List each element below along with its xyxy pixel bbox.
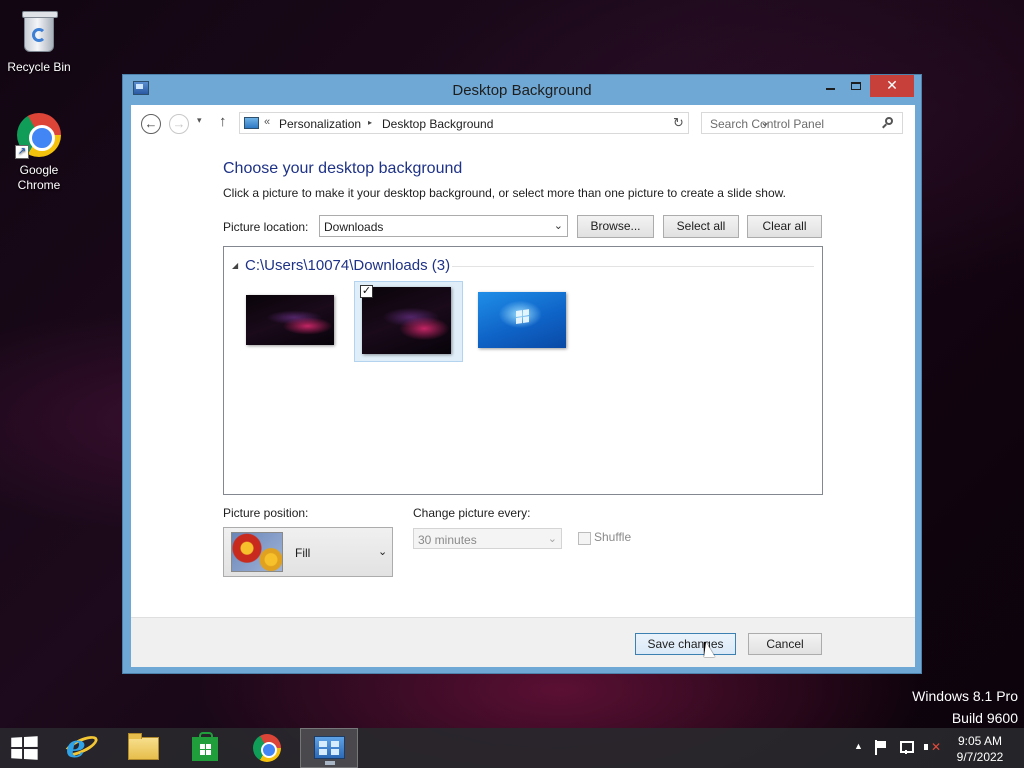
forward-arrow-icon: → <box>172 116 186 131</box>
desktop-icon-recycle-bin[interactable]: Recycle Bin <box>1 8 77 75</box>
page-description: Click a picture to make it your desktop … <box>223 186 786 200</box>
folder-icon <box>128 733 159 760</box>
picture-position-value: Fill <box>295 546 311 560</box>
chevron-down-icon: ▾ <box>197 115 202 125</box>
chevron-down-icon: ⌄ <box>378 546 388 558</box>
breadcrumb-personalization[interactable]: Personalization <box>279 117 361 131</box>
watermark-build: Build 9600 <box>951 710 1018 726</box>
search-placeholder: Search Control Panel <box>710 117 825 131</box>
dark-wallpaper-image <box>246 295 334 345</box>
refresh-button[interactable]: ↻ <box>669 112 689 134</box>
maximize-icon <box>851 82 861 90</box>
change-picture-label: Change picture every: <box>413 506 531 520</box>
taskbar: e ▲ ✕ 9:05 AM 9/7/2022 <box>0 728 1024 768</box>
chevron-down-icon: ⌄ <box>553 220 563 232</box>
desktop-icon-chrome[interactable]: ↗ Google Chrome <box>1 111 77 193</box>
mouse-cursor-icon <box>704 642 716 661</box>
taskbar-store[interactable] <box>176 728 234 768</box>
search-input[interactable]: Search Control Panel <box>701 112 903 134</box>
change-picture-select[interactable]: 30 minutes ⌄ <box>413 528 562 549</box>
taskbar-clock[interactable]: 9:05 AM 9/7/2022 <box>944 733 1016 765</box>
close-icon: ✕ <box>886 77 898 93</box>
cancel-button[interactable]: Cancel <box>748 633 822 655</box>
title-bar[interactable]: Desktop Background ✕ <box>123 75 921 105</box>
breadcrumb-separator-icon[interactable]: ▸ <box>368 118 372 127</box>
select-all-button[interactable]: Select all <box>663 215 739 238</box>
breadcrumb-desktop-background[interactable]: Desktop Background <box>382 117 493 131</box>
picture-location-select[interactable]: Downloads ⌄ <box>319 215 568 237</box>
change-picture-value: 30 minutes <box>418 533 477 547</box>
dark-wallpaper-image <box>362 287 451 354</box>
group-divider <box>452 266 814 267</box>
back-button[interactable]: ← <box>141 114 161 134</box>
up-arrow-icon: ↑ <box>219 113 227 130</box>
back-arrow-icon: ← <box>144 116 158 131</box>
taskbar-file-explorer[interactable] <box>114 728 172 768</box>
chevron-down-icon: ⌄ <box>547 533 557 545</box>
clock-time: 9:05 AM <box>957 734 1003 748</box>
chrome-icon: ↗ <box>15 111 63 159</box>
close-button[interactable]: ✕ <box>870 75 914 97</box>
windows-wallpaper-image <box>478 292 566 348</box>
picture-location-label: Picture location: <box>223 220 309 234</box>
control-panel-icon <box>314 736 345 765</box>
minimize-icon <box>825 88 835 90</box>
picture-thumbnail[interactable] <box>476 290 568 350</box>
desktop-icon-label: Google Chrome <box>17 163 61 192</box>
network-icon[interactable] <box>900 740 914 754</box>
navigation-bar: ← → ▾ ↑ « Personalization ▸ Desktop Back… <box>131 105 915 141</box>
control-panel-icon <box>244 117 259 129</box>
windows-logo-icon <box>516 309 530 325</box>
window-title: Desktop Background <box>452 82 592 99</box>
start-button[interactable] <box>11 736 39 760</box>
shuffle-label: Shuffle <box>594 530 632 544</box>
picture-thumbnail[interactable] <box>244 293 336 347</box>
picture-checkbox[interactable]: ✓ <box>360 285 373 298</box>
volume-muted-icon[interactable]: ✕ <box>924 740 941 754</box>
picture-thumbnail-selected[interactable]: ✓ <box>354 281 463 362</box>
clock-date: 9/7/2022 <box>956 750 1004 764</box>
save-changes-button[interactable]: Save changes <box>635 633 736 655</box>
page-title: Choose your desktop background <box>223 160 463 177</box>
up-button[interactable]: ↑ <box>219 113 227 130</box>
internet-explorer-icon: e <box>66 729 86 765</box>
desktop-icon-label: Recycle Bin <box>7 60 71 74</box>
address-bar[interactable]: « Personalization ▸ Desktop Background ⌄ <box>239 112 770 134</box>
taskbar-internet-explorer[interactable]: e <box>52 728 110 768</box>
minimize-button[interactable] <box>817 75 843 97</box>
show-hidden-icons-button[interactable]: ▲ <box>854 741 863 751</box>
maximize-button[interactable] <box>843 75 869 97</box>
collapsed-crumbs-button[interactable]: « <box>264 116 270 128</box>
search-icon[interactable] <box>882 117 894 129</box>
action-center-flag-icon[interactable] <box>874 740 888 755</box>
forward-button[interactable]: → <box>169 114 189 134</box>
recent-locations-button[interactable]: ▾ <box>197 115 202 126</box>
picture-location-value: Downloads <box>324 220 384 234</box>
picture-position-label: Picture position: <box>223 506 309 520</box>
desktop-background-window: Desktop Background ✕ ← → ▾ ↑ « Personali… <box>122 74 922 674</box>
dialog-footer: Save changes Cancel <box>131 617 915 667</box>
picture-position-select[interactable]: Fill ⌄ <box>223 527 393 577</box>
collapse-group-icon[interactable]: ◢ <box>232 261 238 270</box>
browse-button[interactable]: Browse... <box>577 215 654 238</box>
picture-gallery: ◢ C:\Users\10074\Downloads (3) ✓ <box>223 246 823 495</box>
recycle-bin-icon <box>15 8 63 56</box>
chrome-icon <box>253 734 281 762</box>
store-icon <box>192 732 218 761</box>
flower-preview-image <box>231 532 283 572</box>
taskbar-chrome[interactable] <box>238 728 296 768</box>
picture-group-title[interactable]: C:\Users\10074\Downloads (3) <box>245 257 450 274</box>
windows-version-watermark: Windows 8.1 Pro Build 9600 <box>912 685 1018 729</box>
taskbar-control-panel[interactable] <box>300 728 358 768</box>
clear-all-button[interactable]: Clear all <box>747 215 822 238</box>
refresh-icon: ↻ <box>673 115 684 130</box>
shuffle-checkbox[interactable] <box>578 532 591 545</box>
watermark-edition: Windows 8.1 Pro <box>912 688 1018 704</box>
window-content: ← → ▾ ↑ « Personalization ▸ Desktop Back… <box>131 105 915 667</box>
